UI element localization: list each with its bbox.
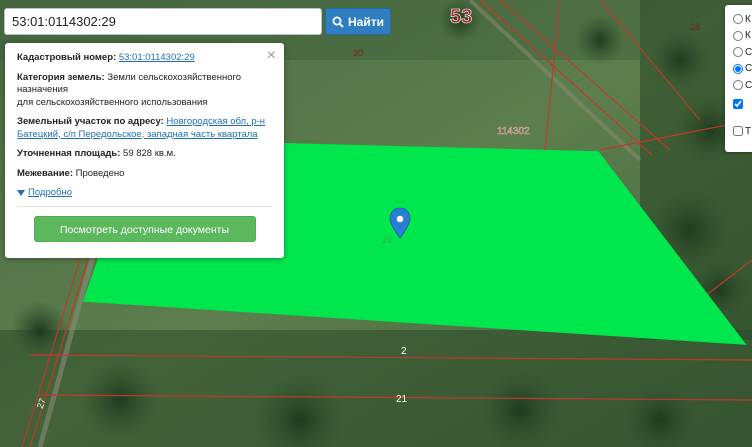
layer-option[interactable]: С	[733, 77, 752, 94]
overlay-checkbox[interactable]	[733, 125, 743, 136]
address-label: Земельный участок по адресу:	[17, 116, 164, 127]
parcel-label-30: 30	[353, 48, 363, 58]
overlay-option[interactable]	[733, 98, 752, 121]
search-box[interactable]	[4, 8, 322, 35]
parcel-label-28: 28	[690, 22, 700, 32]
layer-option[interactable]: К	[733, 28, 752, 45]
layer-option[interactable]: К	[733, 11, 752, 28]
details-link[interactable]: Подробно	[28, 187, 72, 200]
cadastral-label: Кадастровый номер:	[17, 52, 117, 63]
details-toggle[interactable]: Подробно	[17, 187, 272, 200]
cadastral-link[interactable]: 53:01:0114302:29	[119, 52, 195, 63]
caret-down-icon	[17, 190, 25, 197]
parcel-info-popup: × Кадастровый номер: 53:01:0114302:29 Ка…	[5, 43, 284, 258]
parcel-label-2: 2	[401, 346, 407, 357]
category-row: Категория земель: Земли сельскохозяйстве…	[17, 72, 272, 110]
layer-radio[interactable]	[733, 47, 743, 58]
overlay-option[interactable]: Т	[733, 125, 752, 148]
layer-option[interactable]: С	[733, 44, 752, 61]
block-label: 114302	[497, 126, 530, 137]
layer-radio[interactable]	[733, 14, 743, 25]
area-label: Уточненная площадь:	[17, 148, 121, 159]
area-row: Уточненная площадь: 59 828 кв.м.	[17, 148, 272, 161]
survey-value: Проведено	[75, 167, 125, 179]
parcel-label-21: 21	[396, 394, 408, 405]
category-sub: для сельскохозяйственного использования	[17, 96, 208, 108]
address-row: Земельный участок по адресу: Новгородска…	[17, 116, 272, 141]
search-button[interactable]: Найти	[325, 8, 391, 35]
survey-row: Межевание: Проведено	[17, 168, 272, 181]
layer-option[interactable]: С	[733, 61, 752, 78]
layer-radio[interactable]	[733, 30, 743, 41]
view-documents-button[interactable]: Посмотреть доступные документы	[33, 215, 256, 242]
search-input[interactable]	[5, 9, 321, 34]
layers-panel: К К С С С Т	[725, 5, 752, 152]
cadastral-row: Кадастровый номер: 53:01:0114302:29	[17, 52, 272, 65]
parcel-label-29: 29	[382, 235, 392, 245]
close-icon[interactable]: ×	[267, 48, 276, 64]
survey-label: Межевание:	[17, 167, 73, 179]
popup-divider	[17, 205, 272, 207]
area-value: 59 828 кв.м.	[123, 148, 176, 159]
layer-radio[interactable]	[733, 80, 743, 91]
region-label: 53	[450, 6, 472, 28]
category-label: Категория земель:	[17, 71, 105, 83]
overlay-checkbox[interactable]	[733, 98, 743, 109]
search-button-label: Найти	[348, 14, 384, 29]
layer-radio-selected[interactable]	[733, 63, 743, 74]
search-icon	[332, 16, 344, 28]
